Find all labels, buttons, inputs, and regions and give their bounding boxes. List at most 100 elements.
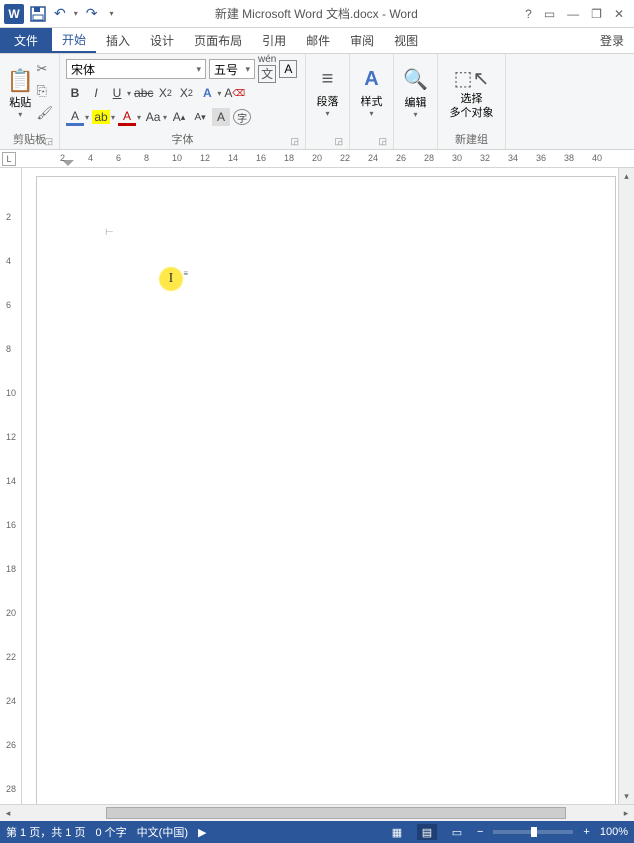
scroll-up-icon[interactable]: ▴ <box>619 168 634 184</box>
grow-font-button[interactable]: A▴ <box>170 108 188 126</box>
clear-formatting-button[interactable]: A⌫ <box>224 84 245 102</box>
ruler-v-tick: 18 <box>6 564 16 574</box>
horizontal-ruler[interactable]: L 246810121416182022242628303234363840 <box>0 150 634 168</box>
ruler-v-tick: 10 <box>6 388 16 398</box>
text-effects-button[interactable]: A <box>198 84 216 102</box>
ruler-h-tick: 6 <box>116 153 121 163</box>
tab-file[interactable]: 文件 <box>0 28 52 53</box>
close-button[interactable]: ✕ <box>614 7 624 21</box>
group-new: ⬚↖ 选择多个对象 新建组 <box>438 54 506 149</box>
superscript-button[interactable]: X2 <box>177 84 195 102</box>
character-shading-button[interactable]: A <box>212 108 230 126</box>
styles-launcher-icon[interactable]: ◲ <box>378 136 387 147</box>
scroll-down-icon[interactable]: ▾ <box>619 788 634 804</box>
tab-home[interactable]: 开始 <box>52 28 96 53</box>
ruler-v-tick: 4 <box>6 256 11 266</box>
strikethrough-button[interactable]: abc <box>134 84 153 102</box>
italic-button[interactable]: I <box>87 84 105 102</box>
restore-button[interactable]: ❐ <box>591 7 602 21</box>
ruler-v-tick: 28 <box>6 784 16 794</box>
ribbon-options-button[interactable]: ▭ <box>544 7 555 21</box>
select-multiple-objects-button[interactable]: ⬚↖ 选择多个对象 <box>444 57 499 129</box>
copy-button[interactable]: ⎘ <box>36 83 53 99</box>
tab-view[interactable]: 视图 <box>384 28 428 53</box>
shrink-font-button[interactable]: A▾ <box>191 108 209 126</box>
tab-mailings[interactable]: 邮件 <box>296 28 340 53</box>
ruler-h-tick: 32 <box>480 153 490 163</box>
scroll-left-icon[interactable]: ◂ <box>0 805 16 821</box>
scroll-thumb[interactable] <box>106 807 566 819</box>
read-mode-button[interactable]: ▦ <box>387 824 407 840</box>
ruler-v-tick: 6 <box>6 300 11 310</box>
web-layout-button[interactable]: ▭ <box>447 824 467 840</box>
page-count-status[interactable]: 第 1 页，共 1 页 <box>6 824 85 840</box>
font-group-label: 字体◲ <box>66 129 299 149</box>
subscript-button[interactable]: X2 <box>156 84 174 102</box>
save-icon[interactable] <box>30 6 46 22</box>
group-clipboard: 📋 粘贴 ▾ ✂ ⎘ 🖌 剪贴板◲ <box>0 54 60 149</box>
print-layout-button[interactable]: ▤ <box>417 824 437 840</box>
login-link[interactable]: 登录 <box>590 28 634 53</box>
cut-button[interactable]: ✂ <box>36 61 53 77</box>
zoom-out-button[interactable]: − <box>477 826 483 838</box>
underline-button[interactable]: U <box>108 84 126 102</box>
paragraph-icon: ≡ <box>322 68 334 91</box>
macro-icon[interactable]: ▶ <box>198 826 206 839</box>
editing-button[interactable]: 🔍 编辑 ▾ <box>400 57 431 129</box>
language-status[interactable]: 中文(中国) <box>137 824 188 840</box>
paste-label: 粘贴 <box>9 94 31 110</box>
ruler-h-tick: 8 <box>144 153 149 163</box>
change-case-button[interactable]: Aa <box>144 108 162 126</box>
paste-button[interactable]: 📋 粘贴 ▾ <box>6 57 34 129</box>
vertical-scrollbar[interactable]: ▴ ▾ <box>618 168 634 804</box>
paragraph-button[interactable]: ≡ 段落 ▾ <box>312 57 343 129</box>
window-title: 新建 Microsoft Word 文档.docx - Word <box>118 5 516 22</box>
bold-button[interactable]: B <box>66 84 84 102</box>
character-border-button[interactable]: A <box>279 60 297 78</box>
qat-customize-icon[interactable]: ▾ <box>109 9 113 18</box>
tab-selector[interactable]: L <box>2 152 16 166</box>
ruler-h-tick: 36 <box>536 153 546 163</box>
ruler-h-tick: 12 <box>200 153 210 163</box>
text-cursor: ⊢ <box>105 227 114 238</box>
font-color-button[interactable]: A <box>118 108 136 126</box>
ruler-h-tick: 18 <box>284 153 294 163</box>
ruler-h-tick: 24 <box>368 153 378 163</box>
format-painter-button[interactable]: 🖌 <box>36 105 53 121</box>
tab-review[interactable]: 审阅 <box>340 28 384 53</box>
tab-layout[interactable]: 页面布局 <box>184 28 252 53</box>
zoom-in-button[interactable]: + <box>583 826 589 838</box>
highlight-button[interactable]: ab <box>92 108 110 126</box>
ruler-h-tick: 4 <box>88 153 93 163</box>
vertical-ruler[interactable]: 246810121416182022242628 <box>0 168 22 804</box>
font-name-selector[interactable]: 宋体▾ <box>66 59 206 79</box>
group-paragraph: ≡ 段落 ▾ ◲ <box>306 54 350 149</box>
tab-design[interactable]: 设计 <box>140 28 184 53</box>
phonetic-guide-button[interactable]: wén文 <box>258 55 276 83</box>
zoom-slider[interactable] <box>493 830 573 834</box>
tab-references[interactable]: 引用 <box>252 28 296 53</box>
group-editing: 🔍 编辑 ▾ <box>394 54 438 149</box>
document-page[interactable]: ⊢ <box>36 176 616 804</box>
tab-insert[interactable]: 插入 <box>96 28 140 53</box>
font-size-selector[interactable]: 五号▾ <box>209 59 255 79</box>
scroll-right-icon[interactable]: ▸ <box>618 805 634 821</box>
zoom-level[interactable]: 100% <box>600 826 628 838</box>
font-color2-button[interactable]: A <box>66 108 84 126</box>
page-viewport[interactable]: ⊢ ≡ <box>22 168 634 804</box>
redo-button[interactable]: ↷ <box>84 5 100 22</box>
word-count-status[interactable]: 0 个字 <box>95 824 126 840</box>
paragraph-launcher-icon[interactable]: ◲ <box>334 136 343 147</box>
clipboard-launcher-icon[interactable]: ◲ <box>44 136 53 147</box>
minimize-button[interactable]: — <box>567 7 579 21</box>
horizontal-scrollbar[interactable]: ◂ ▸ <box>0 804 634 821</box>
ruler-h-tick: 28 <box>424 153 434 163</box>
enclose-characters-button[interactable]: 字 <box>233 109 251 125</box>
undo-button[interactable]: ↶ <box>52 5 68 22</box>
font-launcher-icon[interactable]: ◲ <box>290 136 299 147</box>
styles-button[interactable]: A 样式 ▾ <box>356 57 387 129</box>
ruler-v-tick: 24 <box>6 696 16 706</box>
help-button[interactable]: ? <box>525 7 532 21</box>
ruler-v-tick: 12 <box>6 432 16 442</box>
clipboard-group-label: 剪贴板◲ <box>6 129 53 149</box>
